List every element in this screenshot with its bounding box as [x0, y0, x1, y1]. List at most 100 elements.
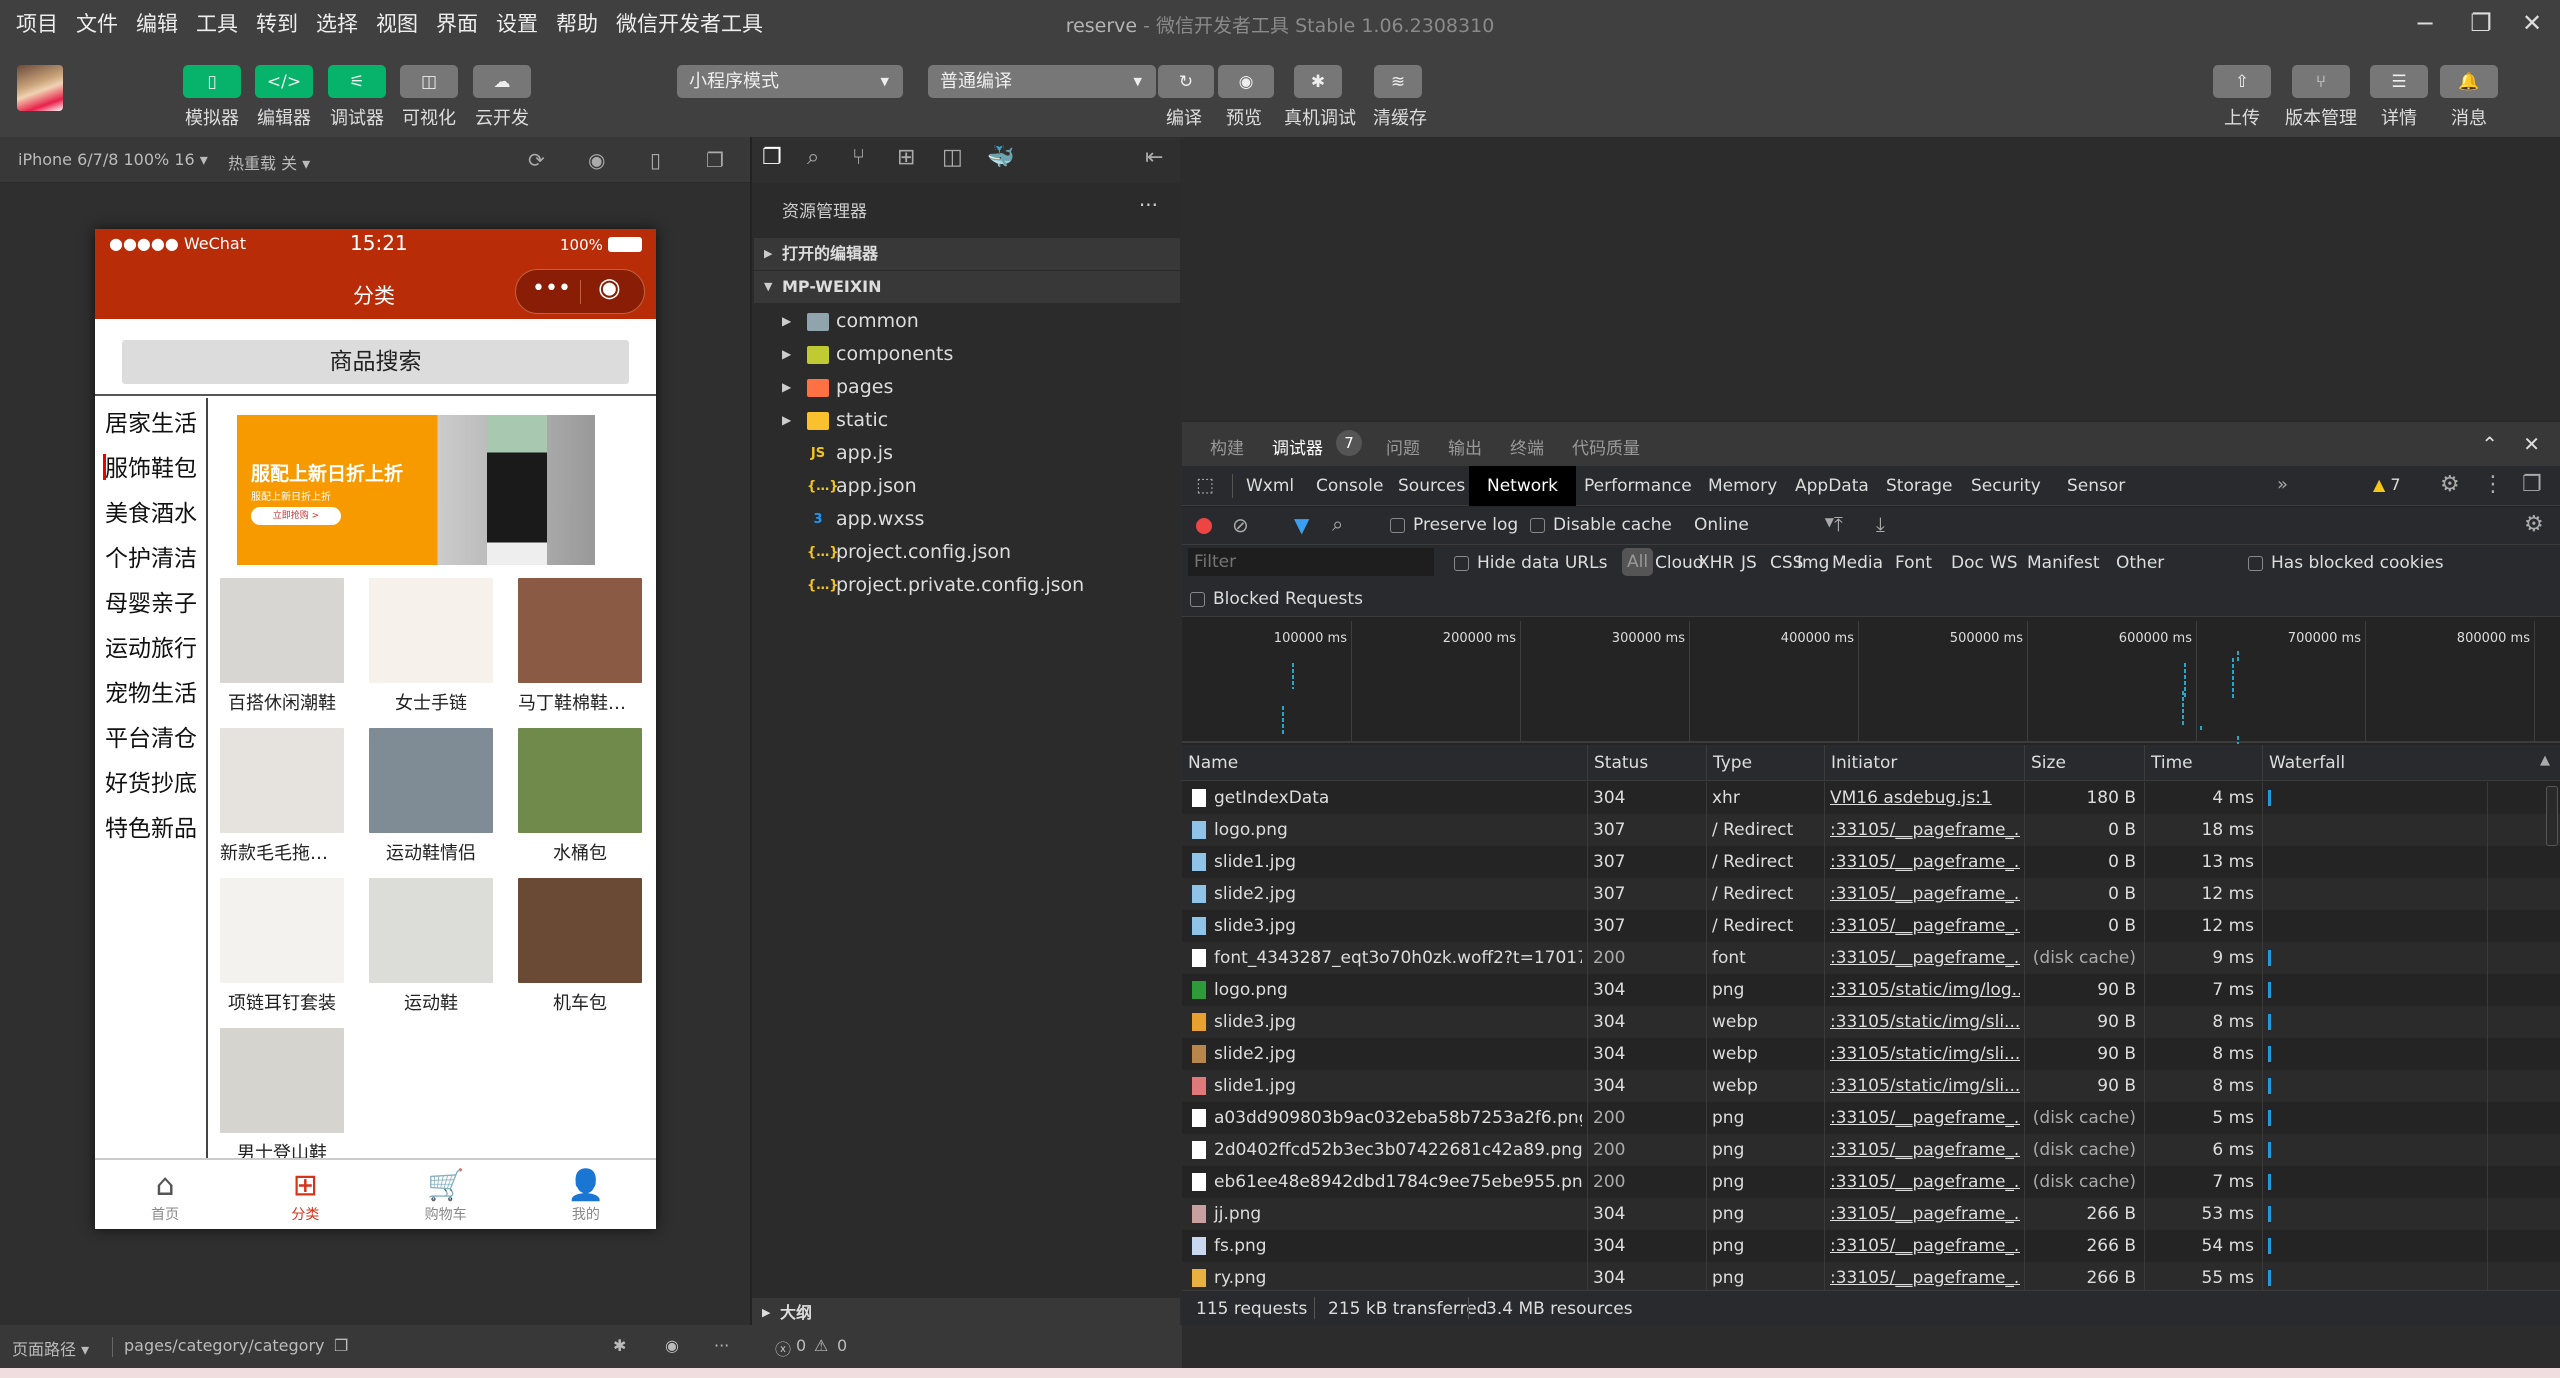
request-initiator[interactable]: :33105/static/img/sli... [1830, 1038, 2020, 1070]
product-card[interactable]: 水桶包 [518, 728, 642, 865]
record-button[interactable] [1196, 518, 1212, 534]
source-control-icon[interactable]: ⑂ [852, 145, 865, 170]
upload-button[interactable]: ⇧ [2213, 65, 2271, 98]
request-row[interactable]: slide2.jpg 307 / Redirect:33105/__pagefram… [1182, 878, 2560, 910]
bug-icon[interactable]: ✱ [613, 1336, 626, 1355]
minimize-button[interactable]: − [2405, 6, 2445, 40]
type-filter-doc[interactable]: Doc [1951, 553, 1984, 573]
search-icon[interactable]: ⌕ [807, 145, 819, 170]
menu-item[interactable]: 选择 [316, 8, 358, 38]
page-path-select[interactable]: 页面路径 ▾ [12, 1336, 89, 1360]
menu-item[interactable]: 微信开发者工具 [616, 8, 763, 38]
file-item[interactable]: {…} app.json [752, 470, 1180, 503]
column-header-time[interactable]: Time [2144, 745, 2193, 781]
restore-button[interactable]: ❐ [2461, 6, 2501, 40]
branch-button[interactable]: ⑂ [2292, 65, 2350, 98]
throttle-select[interactable]: Online ▼ [1694, 515, 1834, 535]
promo-banner[interactable]: 服配上新日折上折 服配上新日折上折 立即抢购 > [237, 415, 595, 565]
filter-input[interactable] [1188, 548, 1434, 576]
request-initiator[interactable]: :33105/__pageframe_... [1830, 1166, 2020, 1198]
request-initiator[interactable]: :33105/__pageframe_... [1830, 878, 2020, 910]
panel-tab[interactable]: 调试器 [1272, 434, 1323, 469]
request-initiator[interactable]: VM16 asdebug.js:1 [1830, 782, 2020, 814]
column-header-initiator[interactable]: Initiator [1824, 745, 1897, 781]
file-item[interactable]: JS app.js [752, 437, 1180, 470]
phone-icon[interactable]: ▯ [650, 148, 661, 172]
category-item[interactable]: 服饰鞋包 [103, 449, 205, 483]
import-har-icon[interactable]: ⤒ [1834, 512, 1843, 536]
type-filter-font[interactable]: Font [1895, 553, 1932, 573]
layout-icon[interactable]: ◫ [942, 145, 963, 170]
inspect-icon[interactable]: ⬚ [1196, 474, 1214, 496]
menu-item[interactable]: 界面 [436, 8, 478, 38]
folder-item[interactable]: ▶ static [752, 404, 1180, 437]
menu-item[interactable]: 工具 [196, 8, 238, 38]
product-card[interactable]: 新款毛毛拖鞋秋... [220, 728, 344, 865]
devtools-tab-performance[interactable]: Performance [1566, 466, 1710, 506]
request-initiator[interactable]: :33105/__pageframe_... [1830, 942, 2020, 974]
extensions-icon[interactable]: ⊞ [897, 145, 915, 170]
panel-tab[interactable]: 问题 [1386, 434, 1420, 459]
type-filter-other[interactable]: Other [2116, 553, 2164, 573]
category-item[interactable]: 好货抄底 [105, 764, 205, 798]
category-item[interactable]: 宠物生活 [105, 674, 205, 708]
tab-grid[interactable]: ⊞ 分类 [235, 1160, 375, 1229]
outline-section[interactable]: ▶ 大纲 [752, 1298, 1180, 1328]
type-filter-js[interactable]: JS [1741, 553, 1757, 573]
category-item[interactable]: 母婴亲子 [105, 584, 205, 618]
network-settings-icon[interactable]: ⚙ [2524, 512, 2544, 537]
request-initiator[interactable]: :33105/static/img/log... [1830, 974, 2020, 1006]
folder-item[interactable]: ▶ common [752, 305, 1180, 338]
request-row[interactable]: getIndexData 304 xhr VM16 asdebug.js:1 180 B… [1182, 782, 2560, 814]
request-initiator[interactable]: :33105/static/img/sli... [1830, 1070, 2020, 1102]
docker-icon[interactable]: 🐳 [987, 145, 1014, 170]
menu-item[interactable]: 设置 [496, 8, 538, 38]
phone-toggle-button[interactable]: ▯ [183, 65, 241, 98]
mode-select[interactable]: 小程序模式 ▼ [677, 65, 903, 98]
request-initiator[interactable]: :33105/static/img/sli... [1830, 1006, 2020, 1038]
maximize-panel-icon[interactable]: ⌃ [2481, 432, 2498, 456]
tab-user[interactable]: 👤 我的 [516, 1160, 656, 1229]
file-item[interactable]: {…} project.private.config.json [752, 569, 1180, 602]
request-row[interactable]: fs.png 304 png:33105/__pageframe_... 266 B 5… [1182, 1230, 2560, 1262]
column-header-status[interactable]: Status [1587, 745, 1648, 781]
category-item[interactable]: 居家生活 [105, 404, 205, 438]
clear-icon[interactable]: ⊘ [1232, 513, 1249, 537]
type-filter-ws[interactable]: WS [1990, 553, 2018, 573]
warning-badge[interactable]: ▲ 7 [2373, 475, 2401, 494]
product-card[interactable]: 马丁鞋棉鞋大黄靴 [518, 578, 642, 715]
file-item[interactable]: 3 app.wxss [752, 503, 1180, 536]
avatar[interactable] [17, 65, 63, 111]
layers-button[interactable]: ≋ [1374, 65, 1422, 98]
product-card[interactable]: 运动鞋情侣 [369, 728, 493, 865]
bell-button[interactable]: 🔔 [2440, 65, 2498, 98]
request-row[interactable]: slide3.jpg 304 webp:33105/static/img/sli..… [1182, 1006, 2560, 1038]
category-item[interactable]: 平台清仓 [105, 719, 205, 753]
hot-reload-select[interactable]: 热重载 关 ▾ [228, 150, 310, 174]
request-row[interactable]: a03dd909803b9ac032eba58b7253a2f6.png 200 p… [1182, 1102, 2560, 1134]
request-row[interactable]: 2d0402ffcd52b3ec3b07422681c42a89.png 200 p… [1182, 1134, 2560, 1166]
request-row[interactable]: slide1.jpg 304 webp:33105/static/img/sli..… [1182, 1070, 2560, 1102]
menu-item[interactable]: 编辑 [136, 8, 178, 38]
type-filter-cloud[interactable]: Cloud [1655, 553, 1704, 573]
devtools-tab-security[interactable]: Security [1953, 466, 2059, 506]
file-item[interactable]: {…} project.config.json [752, 536, 1180, 569]
menu-item[interactable]: 转到 [256, 8, 298, 38]
request-initiator[interactable]: :33105/__pageframe_... [1830, 814, 2020, 846]
compile-select[interactable]: 普通编译 ▼ [928, 65, 1156, 98]
debug-toggle-button[interactable]: ⚟ [328, 65, 386, 98]
menu-item[interactable]: 视图 [376, 8, 418, 38]
product-card[interactable]: 运动鞋 [369, 878, 493, 1015]
refresh-button[interactable]: ↻ [1158, 65, 1214, 98]
product-card[interactable]: 百搭休闲潮鞋 [220, 578, 344, 715]
detach-icon[interactable]: ❐ [706, 148, 724, 172]
code-toggle-button[interactable]: </> [255, 65, 313, 98]
hide-data-urls-checkbox[interactable]: Hide data URLs [1454, 553, 1607, 573]
files-icon[interactable]: ❐ [762, 145, 782, 170]
panel-tab[interactable]: 输出 [1448, 434, 1482, 459]
request-row[interactable]: logo.png 304 png:33105/static/img/log... 90… [1182, 974, 2560, 1006]
has-blocked-cookies-checkbox[interactable]: Has blocked cookies [2248, 553, 2444, 573]
request-row[interactable]: slide1.jpg 307 / Redirect:33105/__pagefram… [1182, 846, 2560, 878]
more-icon[interactable]: ··· [714, 1336, 729, 1355]
rotate-icon[interactable]: ⟳ [528, 148, 545, 172]
